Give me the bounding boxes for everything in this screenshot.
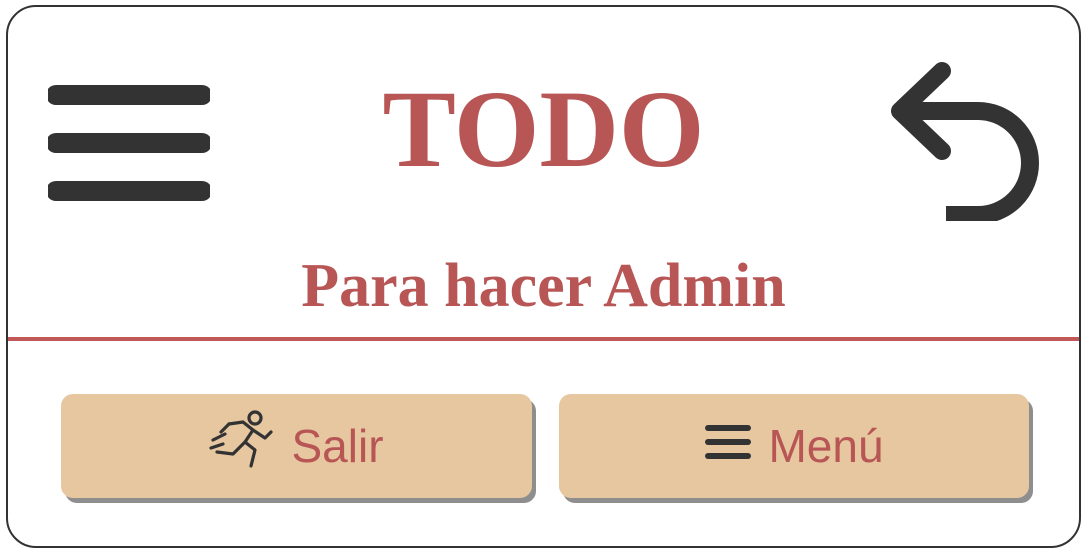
running-person-icon <box>209 409 275 483</box>
undo-arrow-icon[interactable] <box>886 61 1042 224</box>
page-subtitle: Para hacer Admin <box>301 252 786 320</box>
exit-button[interactable]: Salir <box>61 394 532 498</box>
app-card: TODO Para hacer Admin Salir Menú <box>6 5 1081 548</box>
menu-button[interactable]: Menú <box>559 394 1029 498</box>
exit-button-label: Salir <box>291 420 384 472</box>
menu-button-label: Menú <box>768 420 884 472</box>
hamburger-icon <box>704 419 752 473</box>
header-divider <box>8 337 1079 341</box>
